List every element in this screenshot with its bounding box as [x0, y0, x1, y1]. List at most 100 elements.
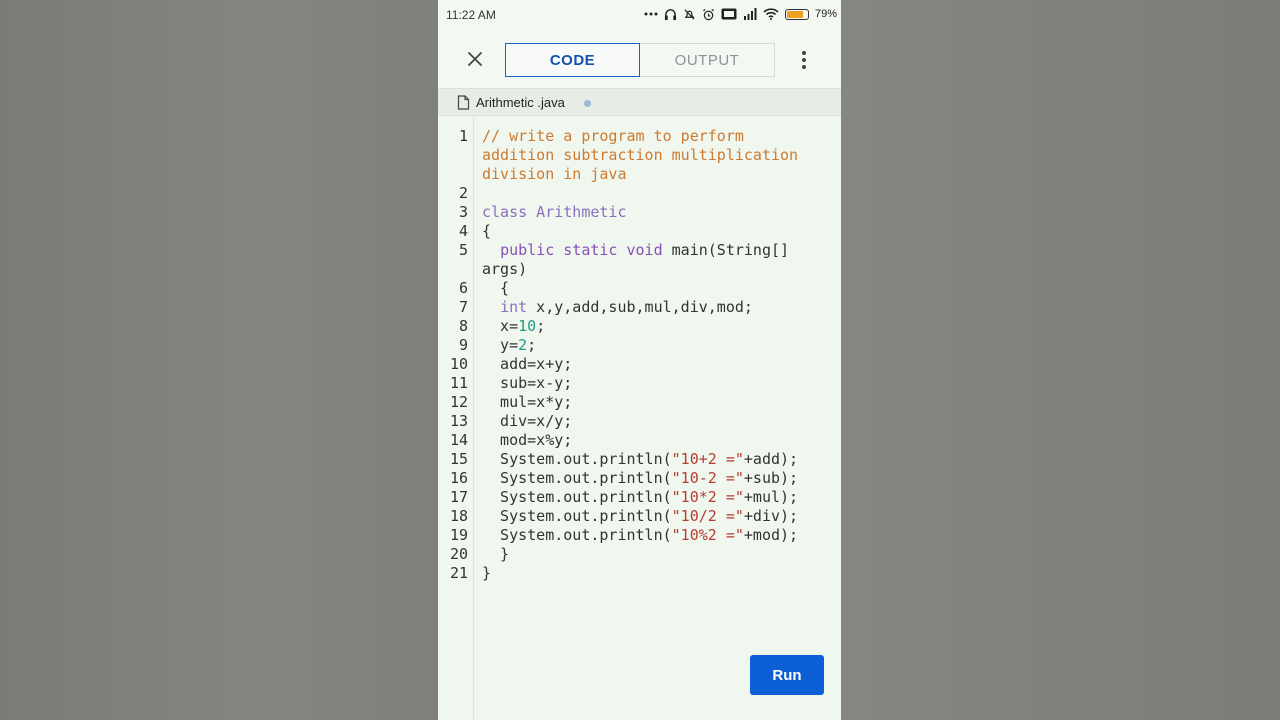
code-text: System.out.println("10/2 ="+div);: [482, 507, 798, 526]
code-line: 11 sub=x-y;: [438, 374, 841, 393]
code-text: y=2;: [482, 336, 536, 355]
code-line: division in java: [438, 165, 841, 184]
volte-icon: [721, 8, 737, 20]
code-text: div=x/y;: [482, 412, 572, 431]
line-number: 6: [458, 279, 468, 297]
code-text: System.out.println("10-2 ="+sub);: [482, 469, 798, 488]
more-dots-icon: [644, 12, 658, 16]
line-number: 7: [458, 298, 468, 316]
code-token: int: [500, 298, 528, 316]
code-token: +add);: [743, 450, 799, 468]
line-number: 10: [449, 355, 468, 373]
code-token: 10: [518, 317, 537, 335]
code-text: sub=x-y;: [482, 374, 572, 393]
code-text: System.out.println("10+2 ="+add);: [482, 450, 798, 469]
code-token: System.out.println(: [482, 469, 672, 487]
code-token: System.out.println(: [482, 507, 672, 525]
close-icon: [468, 52, 482, 66]
app-bar: CODE OUTPUT: [438, 28, 841, 88]
phone-screen: 11:22 AM 79% CODE OUTPUT Arithmetic .jav…: [438, 0, 841, 720]
code-token: sub=x-y;: [482, 374, 573, 392]
code-line: args): [438, 260, 841, 279]
code-text: args): [482, 260, 527, 279]
status-icons: 79%: [644, 6, 837, 22]
code-token: 2: [518, 336, 528, 354]
code-token: x,y,add,sub,mul,div,mod;: [527, 298, 753, 316]
code-token: division in java: [482, 165, 627, 183]
code-text: add=x+y;: [482, 355, 572, 374]
line-number: 18: [449, 507, 468, 525]
code-token: args): [482, 260, 528, 278]
code-token: System.out.println(: [482, 488, 672, 506]
code-token: "10+2 =": [671, 450, 744, 468]
code-editor[interactable]: 1 // write a program to perform addition s…: [438, 116, 841, 720]
close-button[interactable]: [464, 48, 486, 70]
code-line: 16 System.out.println("10-2 ="+sub);: [438, 469, 841, 488]
code-text: mod=x%y;: [482, 431, 572, 450]
line-number: 16: [449, 469, 468, 487]
code-line: 2: [438, 184, 841, 203]
code-line: 1 // write a program to perform: [438, 127, 841, 146]
line-number: 2: [458, 184, 468, 202]
code-token: class Arithmetic: [482, 203, 627, 221]
code-token: add=x+y;: [482, 355, 573, 373]
line-number: 1: [458, 127, 468, 145]
code-token: x=: [482, 317, 519, 335]
line-number: 11: [449, 374, 468, 392]
wifi-icon: [763, 8, 779, 20]
more-options-button[interactable]: [796, 50, 812, 70]
code-token: System.out.println(: [482, 450, 672, 468]
battery-icon: [784, 8, 809, 20]
signal-icon: [743, 8, 757, 20]
code-token: ;: [527, 336, 537, 354]
line-number: 20: [449, 545, 468, 563]
left-background: [0, 0, 438, 720]
code-token: "10*2 =": [671, 488, 744, 506]
unsaved-indicator: [584, 100, 591, 107]
editor-tabs: CODE OUTPUT: [505, 43, 775, 77]
code-line: 5 public static void main(String[]: [438, 241, 841, 260]
code-line: 14 mod=x%y;: [438, 431, 841, 450]
code-token: ;: [536, 317, 546, 335]
line-number: 21: [449, 564, 468, 582]
code-line: 3 class Arithmetic: [438, 203, 841, 222]
code-line: 12 mul=x*y;: [438, 393, 841, 412]
code-token: "10/2 =": [671, 507, 744, 525]
code-line: 6 {: [438, 279, 841, 298]
code-text: mul=x*y;: [482, 393, 572, 412]
line-number: 15: [449, 450, 468, 468]
line-number: 3: [458, 203, 468, 221]
right-background: [841, 0, 1280, 720]
tab-output[interactable]: OUTPUT: [640, 43, 775, 77]
code-line: 19 System.out.println("10%2 ="+mod);: [438, 526, 841, 545]
code-line: 13 div=x/y;: [438, 412, 841, 431]
line-number: 14: [449, 431, 468, 449]
tab-code[interactable]: CODE: [505, 43, 640, 77]
alarm-icon: [702, 8, 714, 20]
code-line: 21}: [438, 564, 841, 583]
code-token: addition subtraction multiplication: [482, 146, 799, 164]
file-tab-bar: Arithmetic .java: [438, 88, 841, 116]
code-text: addition subtraction multiplication: [482, 146, 798, 165]
line-number: 5: [458, 241, 468, 259]
headphones-icon: [664, 8, 677, 20]
code-line: 10 add=x+y;: [438, 355, 841, 374]
code-line: 4{: [438, 222, 841, 241]
code-line: 17 System.out.println("10*2 ="+mul);: [438, 488, 841, 507]
code-line: 15 System.out.println("10+2 ="+add);: [438, 450, 841, 469]
code-text: public static void main(String[]: [482, 241, 789, 260]
file-name[interactable]: Arithmetic .java: [476, 95, 565, 110]
code-line: 7 int x,y,add,sub,mul,div,mod;: [438, 298, 841, 317]
code-text: division in java: [482, 165, 627, 184]
run-button[interactable]: Run: [750, 655, 824, 695]
code-line: 8 x=10;: [438, 317, 841, 336]
line-number: 4: [458, 222, 468, 240]
status-time: 11:22 AM: [446, 8, 496, 22]
code-text: System.out.println("10%2 ="+mod);: [482, 526, 798, 545]
battery-percent: 79%: [814, 8, 837, 20]
code-line: 18 System.out.println("10/2 ="+div);: [438, 507, 841, 526]
line-number: 8: [458, 317, 468, 335]
status-bar: 11:22 AM 79%: [438, 0, 841, 28]
code-text: // write a program to perform: [482, 127, 744, 146]
